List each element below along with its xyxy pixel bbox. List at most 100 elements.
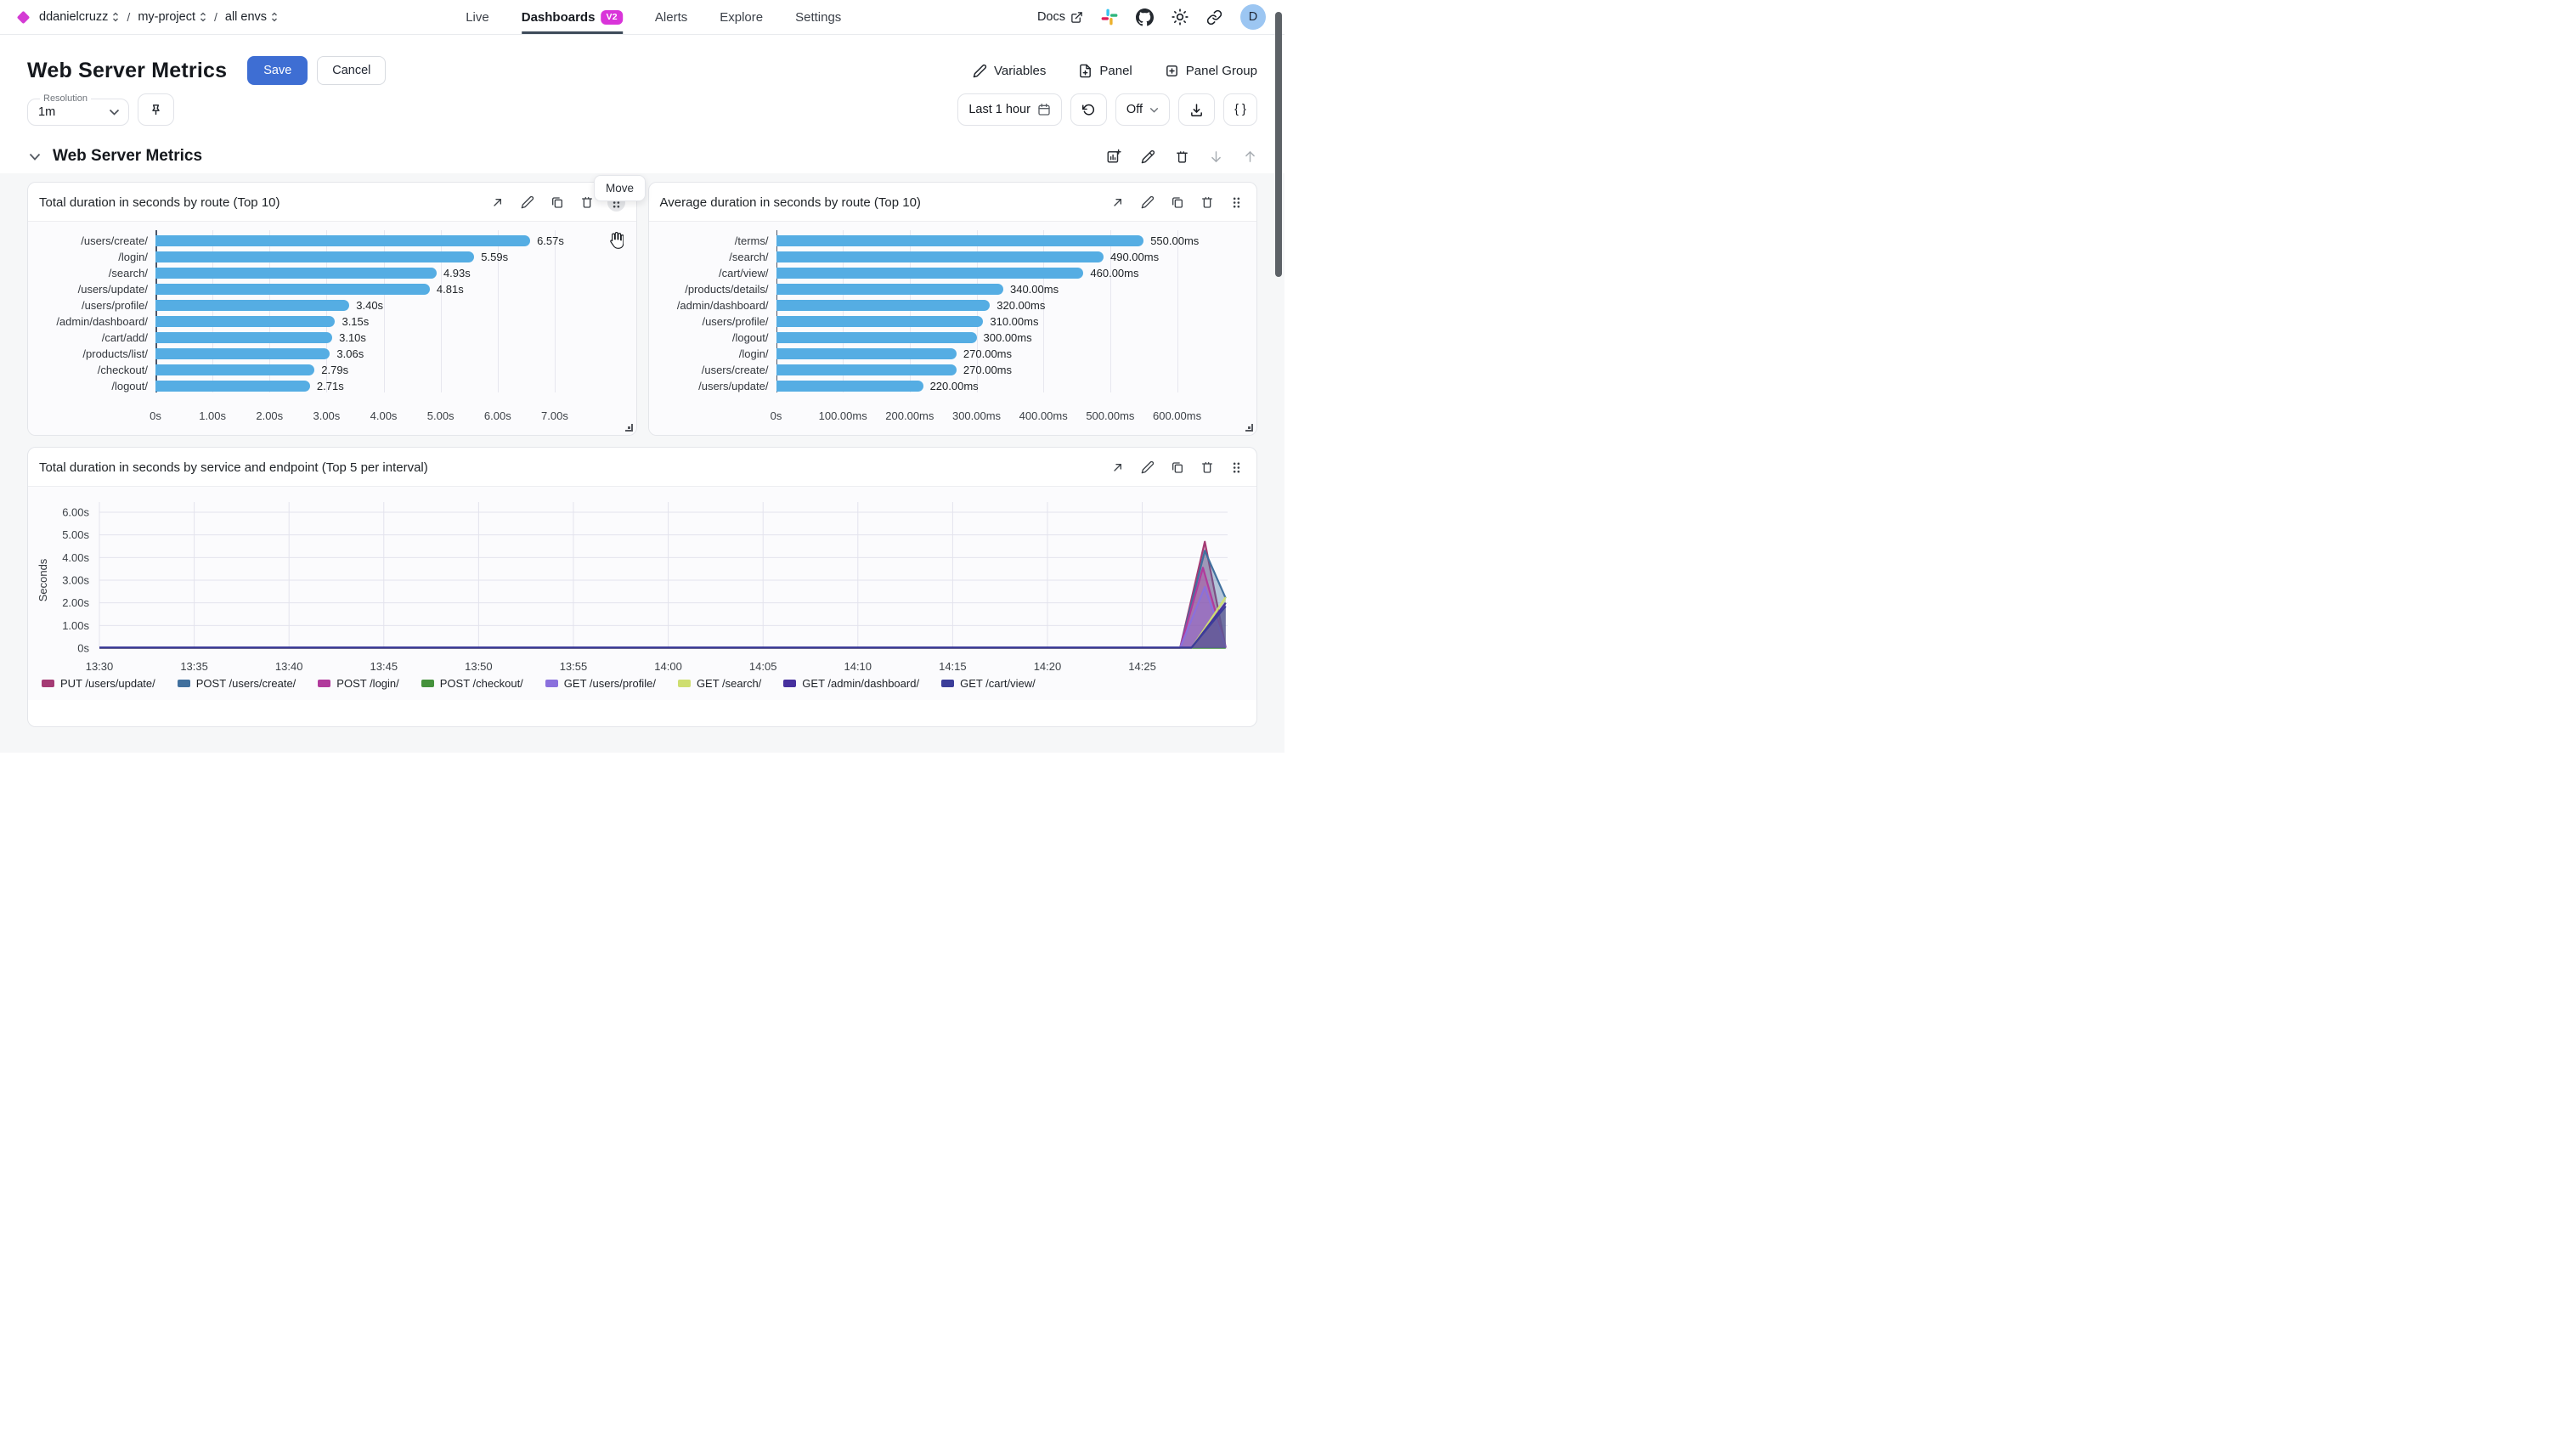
bar-category-label: /admin/dashboard/ <box>28 315 155 328</box>
cancel-button[interactable]: Cancel <box>317 56 386 85</box>
bar-category-label: /cart/view/ <box>649 267 776 279</box>
legend-item[interactable]: POST /users/create/ <box>178 677 296 690</box>
duplicate-panel-icon[interactable] <box>548 193 567 212</box>
y-axis-tick-label: 3.00s <box>62 574 89 587</box>
github-icon[interactable] <box>1136 8 1154 26</box>
bar-row: /search/4.93s <box>28 265 636 281</box>
nav-tab-label: Explore <box>720 10 763 25</box>
y-axis-tick-label: 1.00s <box>62 619 89 632</box>
legend-item[interactable]: POST /login/ <box>318 677 398 690</box>
legend-swatch <box>941 680 954 687</box>
move-section-up-icon[interactable] <box>1243 150 1257 164</box>
legend-item[interactable]: GET /admin/dashboard/ <box>783 677 919 690</box>
bar-value-label: 3.06s <box>336 347 364 360</box>
download-icon <box>1189 103 1204 117</box>
panel-resize-handle[interactable] <box>625 424 633 432</box>
bar-category-label: /search/ <box>28 267 155 279</box>
bar-track: 2.71s <box>155 381 584 392</box>
delete-panel-icon[interactable] <box>1198 458 1217 477</box>
x-axis-tick-label: 4.00s <box>370 409 398 422</box>
breadcrumb-org[interactable]: ddanielcruzz <box>39 10 119 24</box>
x-axis-tick-label: 500.00ms <box>1086 409 1134 422</box>
legend-item[interactable]: POST /checkout/ <box>421 677 523 690</box>
move-section-down-icon[interactable] <box>1209 150 1223 164</box>
legend-item[interactable]: GET /users/profile/ <box>545 677 656 690</box>
bar-category-label: /logout/ <box>28 380 155 392</box>
bar-value-label: 220.00ms <box>930 380 979 392</box>
dashboard-toolbar: Resolution 1m Last 1 hour Off { } <box>0 85 1284 126</box>
bar-value-label: 4.81s <box>437 283 464 296</box>
user-avatar[interactable]: D <box>1240 4 1266 30</box>
bar-row: /products/list/3.06s <box>28 346 636 362</box>
nav-tab-dashboards[interactable]: Dashboards V2 <box>522 0 623 34</box>
chevron-updown-icon <box>271 12 278 22</box>
save-button[interactable]: Save <box>247 56 308 85</box>
legend-item[interactable]: GET /cart/view/ <box>941 677 1036 690</box>
breadcrumb-project[interactable]: my-project <box>138 10 206 24</box>
expand-panel-icon[interactable] <box>1109 193 1127 212</box>
bar-chart-body: /users/create/6.57s/login/5.59s/search/4… <box>28 222 636 394</box>
bar-row: /users/create/6.57s <box>28 233 636 249</box>
drag-handle-icon[interactable] <box>1228 459 1245 477</box>
expand-panel-icon[interactable] <box>1109 458 1127 477</box>
panel-resize-handle[interactable] <box>1245 424 1253 432</box>
bar <box>155 348 330 360</box>
bar-category-label: /search/ <box>649 251 776 263</box>
nav-tab-alerts[interactable]: Alerts <box>655 0 687 34</box>
drag-handle-icon[interactable] <box>1228 194 1245 212</box>
resolution-select[interactable]: Resolution 1m <box>27 93 129 126</box>
add-panel-group-button[interactable]: Panel Group <box>1165 64 1257 78</box>
refresh-button[interactable] <box>1070 93 1107 126</box>
legend-label: POST /login/ <box>336 677 398 690</box>
bar-row: /login/5.59s <box>28 249 636 265</box>
scrollbar-thumb[interactable] <box>1275 12 1282 277</box>
json-editor-button[interactable]: { } <box>1223 93 1257 126</box>
panel-title: Total duration in seconds by route (Top … <box>39 195 280 210</box>
bar-row: /users/profile/310.00ms <box>649 313 1257 330</box>
panel-header: Average duration in seconds by route (To… <box>649 183 1257 222</box>
legend-item[interactable]: PUT /users/update/ <box>42 677 155 690</box>
line-chart-plot: 0s1.00s2.00s3.00s4.00s5.00s6.00s13:3013:… <box>28 487 1256 674</box>
legend-item[interactable]: GET /search/ <box>678 677 761 690</box>
docs-link[interactable]: Docs <box>1037 10 1083 24</box>
edit-panel-icon[interactable] <box>1138 193 1157 212</box>
add-chart-icon[interactable] <box>1106 149 1121 164</box>
legend-swatch <box>42 680 54 687</box>
x-axis-tick-label: 14:10 <box>844 660 872 673</box>
bar-track: 490.00ms <box>776 251 1205 263</box>
add-panel-button[interactable]: Panel <box>1078 64 1132 78</box>
variables-button[interactable]: Variables <box>973 64 1046 78</box>
expand-panel-icon[interactable] <box>488 193 507 212</box>
nav-tab-live[interactable]: Live <box>466 0 489 34</box>
edit-panel-icon[interactable] <box>1138 458 1157 477</box>
duplicate-panel-icon[interactable] <box>1168 193 1187 212</box>
download-button[interactable] <box>1178 93 1215 126</box>
bar-category-label: /login/ <box>649 347 776 360</box>
auto-refresh-select[interactable]: Off <box>1115 93 1170 126</box>
y-axis-tick-label: 0s <box>77 642 89 655</box>
nav-tab-settings[interactable]: Settings <box>795 0 841 34</box>
share-link-icon[interactable] <box>1206 9 1222 25</box>
top-right-actions: Docs D <box>1037 4 1266 30</box>
edit-panel-icon[interactable] <box>518 193 537 212</box>
chevron-down-icon <box>109 109 120 116</box>
bar-value-label: 320.00ms <box>997 299 1045 312</box>
pin-button[interactable] <box>138 93 174 126</box>
bar-track: 6.57s <box>155 235 584 247</box>
delete-section-icon[interactable] <box>1175 150 1189 164</box>
delete-panel-icon[interactable] <box>1198 193 1217 212</box>
nav-tab-explore[interactable]: Explore <box>720 0 763 34</box>
breadcrumb-env[interactable]: all envs <box>225 10 278 24</box>
move-tooltip-label: Move <box>606 182 634 195</box>
panel-group-body: Total duration in seconds by route (Top … <box>0 173 1284 753</box>
edit-section-icon[interactable] <box>1141 150 1155 164</box>
bar-category-label: /products/details/ <box>649 283 776 296</box>
theme-sun-icon[interactable] <box>1172 8 1189 25</box>
x-axis-tick-label: 300.00ms <box>952 409 1001 422</box>
slack-icon[interactable] <box>1101 8 1118 25</box>
time-range-button[interactable]: Last 1 hour <box>957 93 1062 126</box>
bar-category-label: /users/profile/ <box>649 315 776 328</box>
series-area <box>99 587 1226 648</box>
duplicate-panel-icon[interactable] <box>1168 458 1187 477</box>
collapse-chevron-icon[interactable] <box>29 153 41 161</box>
